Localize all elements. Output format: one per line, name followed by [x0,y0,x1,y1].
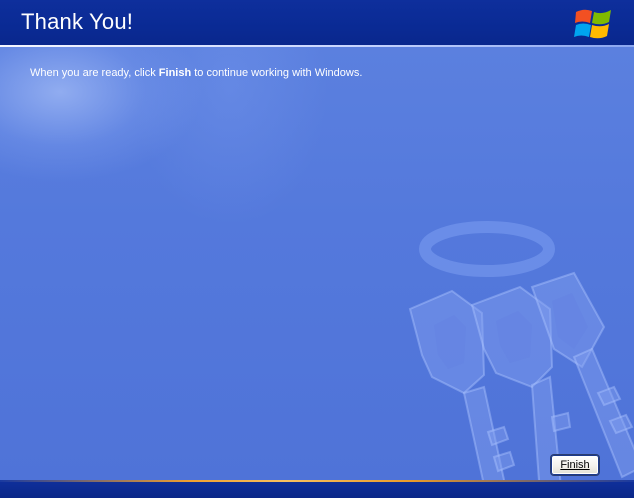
windows-logo-icon [574,9,611,39]
main-panel: When you are ready, click Finish to cont… [0,47,634,480]
header-band: Thank You! [0,0,634,46]
footer-band [0,482,634,498]
oobe-window: Thank You! When you are ready, click Fin… [0,0,634,498]
finish-button-label: Finish [560,459,590,471]
instruction-text: When you are ready, click Finish to cont… [30,67,362,79]
page-title: Thank You! [21,9,134,34]
instruction-text-after: to continue working with Windows. [191,67,363,79]
finish-button[interactable]: Finish [551,455,599,475]
keys-watermark-icon [408,221,634,480]
instruction-text-finish: Finish [158,67,192,79]
instruction-text-before: When you are ready, click [30,67,159,79]
